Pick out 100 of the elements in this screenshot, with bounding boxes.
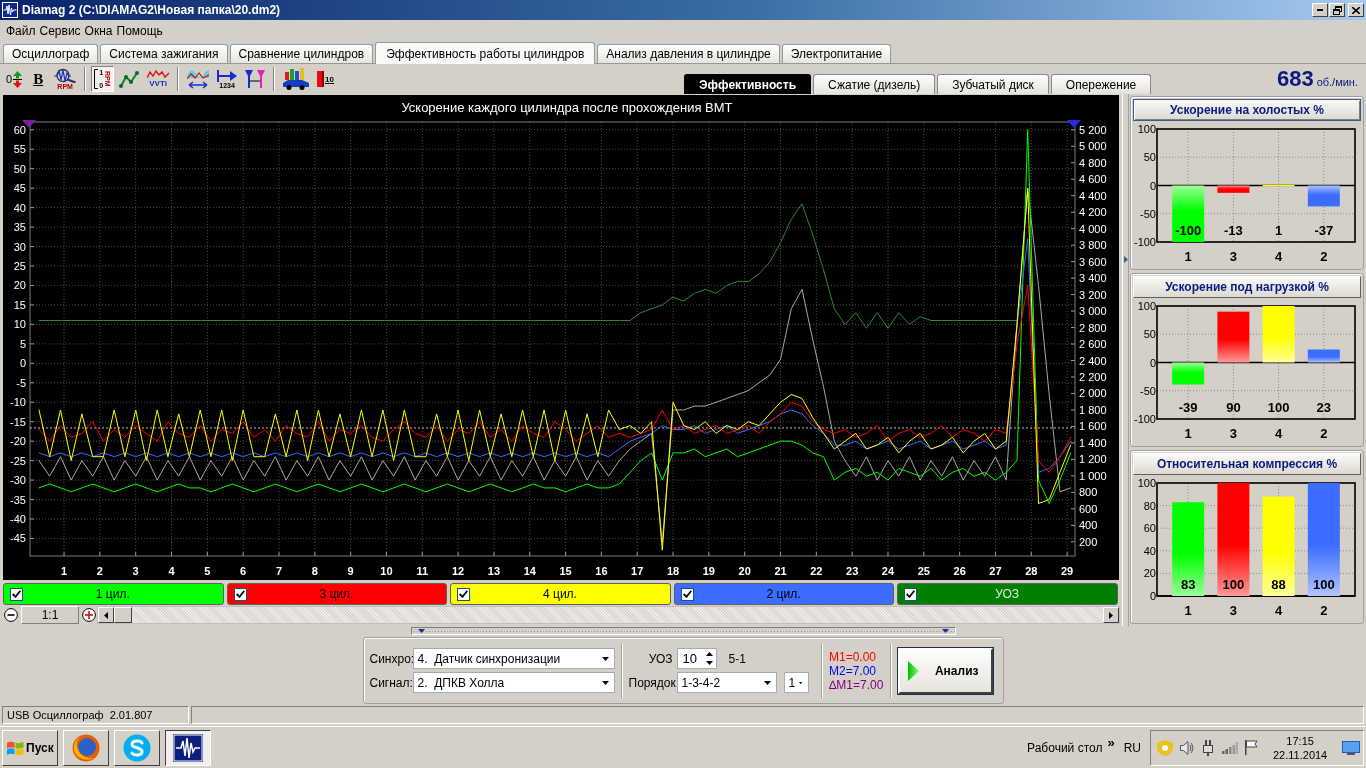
axis-tick-label: 20	[1143, 567, 1156, 580]
zoom-out-button[interactable]	[3, 606, 19, 624]
axis-tick-label: 15	[13, 298, 26, 311]
tab[interactable]: Осциллограф	[3, 44, 99, 63]
sync-dropdown[interactable]: 4. Датчик синхронизации	[412, 648, 615, 669]
vvti-button[interactable]: VVTi	[144, 66, 173, 92]
bar-scale-button[interactable]: 10	[314, 66, 337, 92]
checkbox[interactable]	[904, 587, 918, 601]
globe-icon	[72, 733, 100, 762]
tab[interactable]: Система зажигания	[100, 44, 228, 63]
waves-arrow-icon	[187, 69, 210, 89]
axis-tick-label: 0	[19, 357, 26, 370]
axis-tick-label: -25	[10, 454, 26, 467]
diagnostics-app-button[interactable]	[165, 729, 211, 766]
scroll-left-button[interactable]	[98, 607, 114, 623]
zoom-in-button[interactable]	[81, 606, 97, 624]
chart-title-button[interactable]: Относительная компрессия %	[1133, 453, 1361, 475]
analyze-button[interactable]: Анализ	[897, 647, 993, 694]
tab[interactable]: Сжатие (дизель)	[813, 74, 936, 94]
category-label: 3	[1229, 603, 1237, 618]
tab[interactable]: Опережение	[1050, 74, 1152, 94]
channel-label: 4 цил.	[542, 587, 578, 601]
axis-tick-label: 1	[60, 565, 68, 577]
field-label: Порядок	[628, 675, 677, 690]
axis-tick-label: 4 600	[1079, 173, 1107, 186]
timing-spinner[interactable]: 10	[676, 648, 717, 669]
axis-tick-label: 9	[347, 565, 354, 577]
channel-toggle[interactable]: 3 цил.	[226, 583, 448, 605]
checkbox[interactable]	[457, 587, 471, 601]
category-label: 2	[1320, 426, 1328, 441]
bar-value-label: 88	[1271, 577, 1286, 592]
axis-tick-label: -20	[10, 435, 26, 448]
field-label: Синхро:	[369, 651, 413, 666]
bar-value-label: -37	[1314, 223, 1334, 238]
axis-tick-label: 60	[13, 123, 26, 136]
axis-tick-label: 2 000	[1079, 387, 1107, 400]
chat-button[interactable]	[114, 729, 160, 766]
bar	[1217, 311, 1250, 363]
caret-icon	[601, 656, 609, 661]
splitter-arrow-icon	[941, 629, 949, 633]
tab[interactable]: Электропитание	[781, 44, 892, 63]
channel-label: 3 цил.	[318, 587, 355, 601]
category-label: 1	[1184, 249, 1192, 264]
channel-toggle[interactable]: УОЗ	[897, 583, 1118, 605]
category-label: 4	[1275, 426, 1283, 441]
chevron-button[interactable]: »	[1107, 735, 1115, 750]
marker-reading: M2=7.00	[829, 663, 878, 678]
show-desktop-button[interactable]	[1342, 740, 1360, 755]
axis-tick-label: 40	[13, 201, 26, 214]
tab[interactable]: Эффективность	[684, 74, 812, 94]
channel-toggle[interactable]: 2 цил.	[673, 583, 895, 605]
channel-toggle[interactable]: 1 цил.	[3, 583, 224, 605]
tab[interactable]: Эффективность работы цилиндров	[375, 42, 596, 64]
tab[interactable]: Зубчатый диск	[937, 74, 1049, 94]
rpm-value: 683	[1276, 66, 1314, 92]
restore-button[interactable]	[1329, 3, 1345, 17]
checkbox[interactable]	[10, 587, 23, 601]
marker-triangle-icon[interactable]	[22, 120, 36, 128]
axis-tick-label: 400	[1079, 519, 1098, 532]
checkbox[interactable]	[680, 587, 694, 601]
language-indicator[interactable]: RU	[1123, 740, 1141, 755]
signal-bars-icon	[1222, 741, 1238, 754]
menu-item[interactable]: Помощь	[114, 24, 165, 38]
cursor-line[interactable]	[29, 427, 1076, 429]
car-chart-icon	[283, 68, 310, 90]
start-button[interactable]: Пуск	[2, 729, 58, 766]
waveform-icon	[173, 733, 203, 762]
close-button[interactable]	[1348, 3, 1364, 17]
tab[interactable]: Анализ давления в цилиндре	[597, 44, 780, 63]
category-label: 4	[1275, 249, 1283, 264]
minimize-button[interactable]	[1312, 3, 1328, 17]
bar	[1217, 185, 1250, 193]
offset-button[interactable]: 0	[3, 66, 26, 92]
marker-reading: ∆M1=7.00	[829, 677, 884, 692]
browser-button[interactable]	[63, 729, 109, 766]
splitter-bar[interactable]	[410, 627, 956, 635]
bar-value-label: 83	[1180, 577, 1196, 592]
marker-triangle-icon[interactable]	[1067, 120, 1081, 128]
axis-tick-label: 3 200	[1079, 288, 1107, 301]
bold-button[interactable]: B	[27, 66, 50, 92]
order-dropdown[interactable]: 1-3-4-2	[676, 672, 777, 693]
menu-item[interactable]: Сервис	[37, 24, 83, 38]
chart-title-button[interactable]: Ускорение под нагрузкой %	[1133, 276, 1361, 298]
checkbox[interactable]	[233, 587, 247, 601]
scroll-thumb[interactable]	[114, 607, 132, 623]
menu-item[interactable]: Окна	[82, 24, 115, 38]
signal-dropdown[interactable]: 2. ДПКВ Холла	[412, 672, 615, 693]
desktop-toolbar-label[interactable]: Рабочий стол	[1027, 740, 1103, 755]
scroll-right-button[interactable]	[1103, 607, 1119, 623]
axis-tick-label: 21	[774, 565, 787, 577]
caret-icon	[763, 680, 771, 685]
tab[interactable]: Сравнение цилиндров	[229, 44, 374, 63]
zoom-ratio: 1:1	[21, 606, 79, 624]
channel-toggle[interactable]: 4 цил.	[450, 583, 671, 605]
arrows-icon	[13, 70, 23, 88]
chart-title-button[interactable]: Ускорение на холостых %	[1133, 99, 1361, 121]
menu-item[interactable]: Файл	[4, 24, 38, 38]
step-dropdown[interactable]: 1	[783, 672, 809, 693]
channel-label: 2 цил.	[765, 587, 802, 601]
axis-tick-label: 14	[523, 565, 536, 577]
